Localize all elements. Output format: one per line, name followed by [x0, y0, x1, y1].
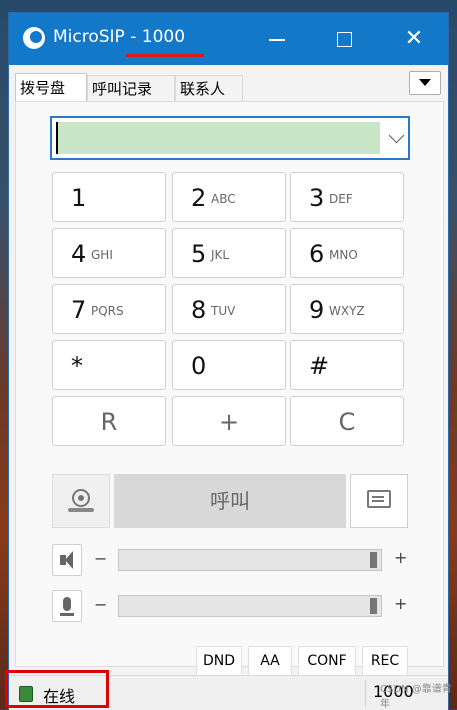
close-button[interactable]: ✕	[394, 21, 434, 57]
call-button[interactable]: 呼叫	[114, 474, 346, 528]
status-separator	[365, 680, 366, 706]
mic-plus: +	[394, 594, 408, 613]
conference-button[interactable]: CONF	[298, 646, 356, 676]
key-2[interactable]: 2 ABC	[172, 172, 286, 222]
key-letters: GHI	[91, 248, 113, 262]
key-digit: 4	[71, 240, 87, 268]
online-status-icon	[19, 686, 33, 702]
key-9[interactable]: 9 WXYZ	[290, 284, 404, 334]
key-plus[interactable]: +	[172, 396, 286, 446]
key-3[interactable]: 3 DEF	[290, 172, 404, 222]
key-letters: TUV	[211, 304, 236, 318]
tab-call-log[interactable]: 呼叫记录	[87, 75, 175, 101]
mic-mute-button[interactable]	[52, 590, 82, 622]
key-digit: 9	[309, 296, 325, 324]
status-text[interactable]: 在线	[43, 683, 75, 707]
watermark-text: CSDN @靠谱青年	[380, 684, 452, 710]
speaker-icon	[60, 551, 73, 569]
maximize-button[interactable]	[324, 21, 364, 57]
key-star[interactable]: *	[52, 340, 166, 390]
microsip-logo-icon	[23, 27, 45, 49]
key-digit: #	[309, 352, 330, 380]
key-digit: 8	[191, 296, 207, 324]
key-6[interactable]: 6 MNO	[290, 228, 404, 278]
key-letters: PQRS	[91, 304, 124, 318]
key-letters: ABC	[211, 192, 236, 206]
mic-slider-thumb[interactable]	[370, 598, 377, 614]
key-hash[interactable]: #	[290, 340, 404, 390]
chat-icon	[367, 490, 391, 508]
key-digit: 2	[191, 184, 207, 212]
mic-minus: −	[94, 595, 108, 614]
key-digit: 6	[309, 240, 325, 268]
minimize-button[interactable]	[257, 21, 297, 57]
key-letters: WXYZ	[329, 304, 365, 318]
key-4[interactable]: 4 GHI	[52, 228, 166, 278]
chevron-down-icon[interactable]	[388, 127, 405, 144]
key-digit: 5	[191, 240, 207, 268]
number-input-combo[interactable]	[50, 116, 410, 160]
key-1[interactable]: 1	[52, 172, 166, 222]
tab-dialpad[interactable]: 拨号盘	[15, 73, 87, 101]
key-digit: R	[100, 408, 118, 436]
dialpad-panel: 1 2 ABC 3 DEF 4 GHI 5 JKL 6 MNO 7 PQRS 8 TUV 9 WXYZ * 0 # R +…	[15, 101, 444, 676]
webcam-base	[68, 508, 94, 512]
microphone-icon	[60, 597, 74, 616]
key-7[interactable]: 7 PQRS	[52, 284, 166, 334]
key-digit: +	[218, 408, 240, 436]
speaker-mute-button[interactable]	[52, 544, 82, 576]
key-letters: MNO	[329, 248, 358, 262]
key-letters: DEF	[329, 192, 353, 206]
tab-contacts[interactable]: 联系人	[175, 75, 243, 101]
video-call-button[interactable]	[52, 474, 110, 528]
title-annotation-underline	[126, 54, 204, 57]
key-digit: *	[71, 352, 83, 380]
key-digit: 0	[191, 352, 207, 380]
key-digit: 3	[309, 184, 325, 212]
speaker-volume-slider[interactable]	[118, 549, 382, 571]
title-bar[interactable]: MicroSIP - 1000 ✕	[9, 13, 448, 65]
microsip-window: MicroSIP - 1000 ✕ 拨号盘 呼叫记录 联系人 1 2 ABC 3 DEF…	[5, 12, 449, 710]
key-letters: JKL	[211, 248, 230, 262]
record-button[interactable]: REC	[362, 646, 408, 676]
window-title: MicroSIP - 1000	[53, 27, 186, 47]
message-button[interactable]	[350, 474, 408, 528]
number-input[interactable]	[56, 122, 380, 154]
key-redial[interactable]: R	[52, 396, 166, 446]
key-digit: 1	[71, 184, 87, 212]
key-clear[interactable]: C	[290, 396, 404, 446]
key-digit: C	[338, 408, 356, 436]
webcam-icon	[72, 489, 90, 507]
speaker-minus: −	[94, 549, 108, 568]
speaker-plus: +	[394, 548, 408, 567]
key-digit: 7	[71, 296, 87, 324]
menu-dropdown-button[interactable]	[409, 71, 441, 95]
key-5[interactable]: 5 JKL	[172, 228, 286, 278]
dnd-button[interactable]: DND	[196, 646, 242, 676]
speaker-slider-thumb[interactable]	[370, 552, 377, 568]
auto-answer-button[interactable]: AA	[248, 646, 292, 676]
key-8[interactable]: 8 TUV	[172, 284, 286, 334]
key-0[interactable]: 0	[172, 340, 286, 390]
mic-volume-slider[interactable]	[118, 595, 382, 617]
